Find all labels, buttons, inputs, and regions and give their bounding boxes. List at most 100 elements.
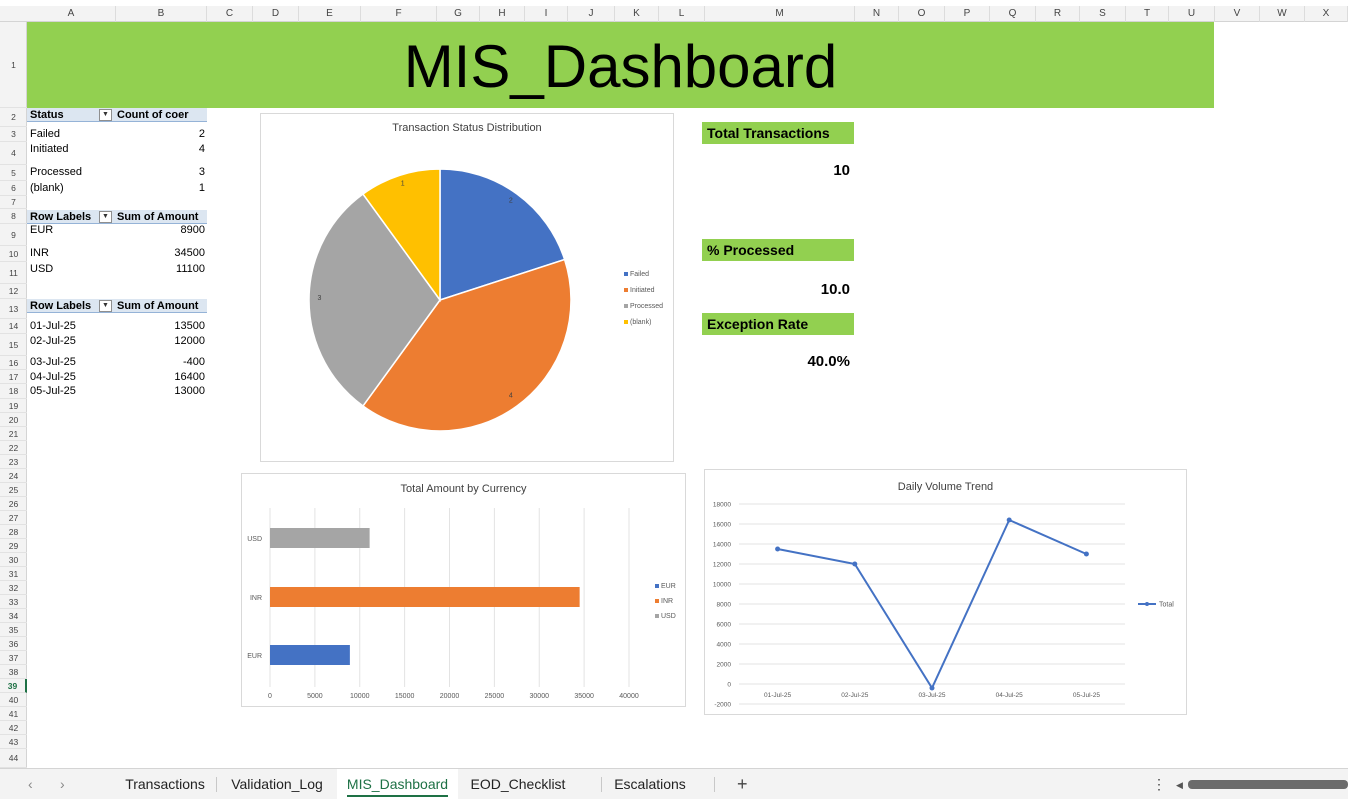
tab-validation-log[interactable]: Validation_Log xyxy=(220,769,334,799)
row-header[interactable]: 9 xyxy=(0,224,27,246)
row-header[interactable]: 32 xyxy=(0,581,27,595)
row-header[interactable]: 20 xyxy=(0,413,27,427)
tab-escalations[interactable]: Escalations xyxy=(606,769,694,799)
line-chart-box[interactable]: Daily Volume Trend 18000 16000 14000 12000 1… xyxy=(704,469,1187,715)
row-header[interactable]: 36 xyxy=(0,637,27,651)
column-header[interactable]: P xyxy=(945,6,990,22)
row-header[interactable]: 34 xyxy=(0,609,27,623)
column-header[interactable]: O xyxy=(899,6,945,22)
row-header[interactable]: 4 xyxy=(0,142,27,165)
row-header[interactable]: 11 xyxy=(0,262,27,284)
bar-chart-box[interactable]: Total Amount by Currency 0 5000 10000 15000… xyxy=(241,473,686,707)
more-options-icon[interactable]: ⋮ xyxy=(1152,769,1166,799)
column-header[interactable]: D xyxy=(253,6,299,22)
row-header[interactable]: 39 xyxy=(0,679,27,693)
pivot-row-value: 4 xyxy=(198,143,205,155)
row-header[interactable]: 6 xyxy=(0,181,27,196)
row-header[interactable]: 10 xyxy=(0,246,27,262)
column-header[interactable]: G xyxy=(437,6,480,22)
pivot-row[interactable]: 03-Jul-25 -400 xyxy=(27,356,207,369)
row-header[interactable]: 24 xyxy=(0,469,27,483)
pivot-row[interactable]: (blank) 1 xyxy=(27,182,207,195)
column-header[interactable]: R xyxy=(1036,6,1080,22)
pivot-row[interactable]: 04-Jul-25 16400 xyxy=(27,371,207,384)
column-header[interactable]: Q xyxy=(990,6,1036,22)
tab-label: MIS_Dashboard xyxy=(346,773,449,797)
row-header[interactable]: 30 xyxy=(0,553,27,567)
column-header[interactable]: S xyxy=(1080,6,1126,22)
row-header[interactable]: 7 xyxy=(0,196,27,209)
row-header[interactable]: 42 xyxy=(0,721,27,735)
row-header[interactable]: 17 xyxy=(0,370,27,384)
row-header[interactable]: 37 xyxy=(0,651,27,665)
column-header[interactable]: U xyxy=(1169,6,1215,22)
pivot-row[interactable]: 05-Jul-25 13000 xyxy=(27,385,207,398)
filter-dropdown-icon[interactable]: ▼ xyxy=(99,211,112,223)
row-header[interactable]: 18 xyxy=(0,384,27,399)
add-sheet-icon[interactable]: + xyxy=(737,769,748,799)
horizontal-scrollbar[interactable]: ◀ xyxy=(1176,780,1348,790)
filter-dropdown-icon[interactable]: ▼ xyxy=(99,300,112,312)
column-header[interactable]: C xyxy=(207,6,253,22)
column-header[interactable]: A xyxy=(27,6,116,22)
column-header[interactable]: M xyxy=(705,6,855,22)
row-header[interactable]: 21 xyxy=(0,427,27,441)
column-header[interactable]: H xyxy=(480,6,525,22)
pivot-row[interactable]: Initiated 4 xyxy=(27,143,207,156)
pivot-row[interactable]: 01-Jul-25 13500 xyxy=(27,320,207,333)
filter-dropdown-icon[interactable]: ▼ xyxy=(99,109,112,121)
row-header[interactable]: 3 xyxy=(0,127,27,142)
row-header[interactable]: 26 xyxy=(0,497,27,511)
column-header[interactable]: N xyxy=(855,6,899,22)
row-header[interactable]: 35 xyxy=(0,623,27,637)
tab-scroll-prev-icon[interactable]: ‹ xyxy=(28,769,33,799)
row-header[interactable]: 12 xyxy=(0,284,27,299)
row-header[interactable]: 28 xyxy=(0,525,27,539)
column-header[interactable]: W xyxy=(1260,6,1305,22)
row-header[interactable]: 33 xyxy=(0,595,27,609)
column-header[interactable]: J xyxy=(568,6,615,22)
row-header[interactable]: 43 xyxy=(0,735,27,749)
tab-eod-checklist[interactable]: EOD_Checklist xyxy=(462,769,574,799)
column-header[interactable]: K xyxy=(615,6,659,22)
tab-scroll-next-icon[interactable]: › xyxy=(60,769,65,799)
row-header[interactable]: 19 xyxy=(0,399,27,413)
column-header[interactable]: E xyxy=(299,6,361,22)
row-header[interactable]: 31 xyxy=(0,567,27,581)
row-header[interactable]: 25 xyxy=(0,483,27,497)
row-header[interactable]: 5 xyxy=(0,165,27,181)
row-header[interactable]: 13 xyxy=(0,299,27,319)
row-header[interactable]: 27 xyxy=(0,511,27,525)
row-header[interactable]: 41 xyxy=(0,707,27,721)
row-header[interactable]: 16 xyxy=(0,356,27,370)
pivot-row[interactable]: EUR 8900 xyxy=(27,224,207,237)
pivot-row[interactable]: Processed 3 xyxy=(27,166,207,179)
row-header[interactable]: 29 xyxy=(0,539,27,553)
pie-chart-box[interactable]: Transaction Status Distribution 2 4 3 1 Fail… xyxy=(260,113,674,462)
row-header[interactable]: 14 xyxy=(0,319,27,334)
tab-transactions[interactable]: Transactions xyxy=(116,769,214,799)
row-header[interactable]: 44 xyxy=(0,749,27,768)
column-header[interactable]: L xyxy=(659,6,705,22)
column-header[interactable]: V xyxy=(1215,6,1260,22)
scroll-left-icon[interactable]: ◀ xyxy=(1176,770,1183,799)
row-header[interactable]: 23 xyxy=(0,455,27,469)
pivot-row[interactable]: 02-Jul-25 12000 xyxy=(27,335,207,348)
tab-mis-dashboard[interactable]: MIS_Dashboard xyxy=(337,769,458,799)
row-header[interactable]: 40 xyxy=(0,693,27,707)
pivot-row[interactable]: USD 11100 xyxy=(27,263,207,276)
pivot-row[interactable]: Failed 2 xyxy=(27,128,207,141)
row-header[interactable]: 22 xyxy=(0,441,27,455)
column-header[interactable]: B xyxy=(116,6,207,22)
scrollbar-thumb[interactable] xyxy=(1188,780,1348,789)
pivot-row[interactable]: INR 34500 xyxy=(27,247,207,260)
column-header[interactable]: X xyxy=(1305,6,1348,22)
row-header[interactable]: 1 xyxy=(0,22,27,108)
row-header[interactable]: 8 xyxy=(0,209,27,224)
column-header[interactable]: I xyxy=(525,6,568,22)
column-header[interactable]: T xyxy=(1126,6,1169,22)
row-header[interactable]: 15 xyxy=(0,334,27,356)
row-header[interactable]: 38 xyxy=(0,665,27,679)
row-header[interactable]: 2 xyxy=(0,108,27,127)
column-header[interactable]: F xyxy=(361,6,437,22)
